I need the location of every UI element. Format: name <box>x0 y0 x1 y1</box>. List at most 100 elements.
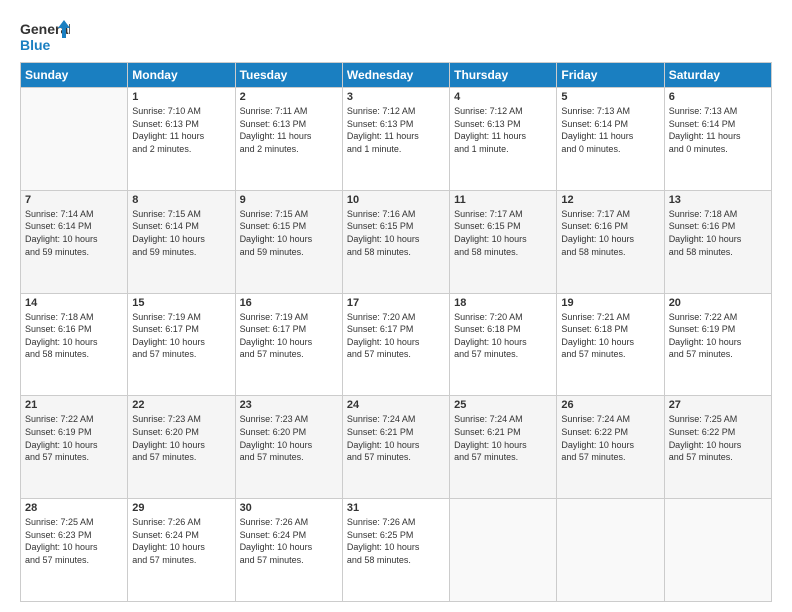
day-number: 23 <box>240 399 338 411</box>
day-cell: 20 Sunrise: 7:22 AMSunset: 6:19 PMDayligh… <box>664 293 771 396</box>
day-cell: 21 Sunrise: 7:22 AMSunset: 6:19 PMDayligh… <box>21 396 128 499</box>
day-info: Sunrise: 7:26 AMSunset: 6:25 PMDaylight:… <box>347 516 445 566</box>
day-number: 13 <box>669 194 767 206</box>
day-info: Sunrise: 7:23 AMSunset: 6:20 PMDaylight:… <box>132 413 230 463</box>
day-info: Sunrise: 7:14 AMSunset: 6:14 PMDaylight:… <box>25 208 123 258</box>
day-cell: 16 Sunrise: 7:19 AMSunset: 6:17 PMDayligh… <box>235 293 342 396</box>
day-cell: 10 Sunrise: 7:16 AMSunset: 6:15 PMDayligh… <box>342 190 449 293</box>
day-number: 7 <box>25 194 123 206</box>
day-info: Sunrise: 7:26 AMSunset: 6:24 PMDaylight:… <box>132 516 230 566</box>
day-number: 14 <box>25 297 123 309</box>
day-info: Sunrise: 7:10 AMSunset: 6:13 PMDaylight:… <box>132 105 230 155</box>
day-info: Sunrise: 7:15 AMSunset: 6:15 PMDaylight:… <box>240 208 338 258</box>
day-cell: 5 Sunrise: 7:13 AMSunset: 6:14 PMDaylight… <box>557 88 664 191</box>
day-number: 27 <box>669 399 767 411</box>
logo: General Blue <box>20 18 70 54</box>
column-header-friday: Friday <box>557 63 664 88</box>
day-number: 1 <box>132 91 230 103</box>
day-info: Sunrise: 7:26 AMSunset: 6:24 PMDaylight:… <box>240 516 338 566</box>
logo-svg: General Blue <box>20 18 70 54</box>
day-info: Sunrise: 7:24 AMSunset: 6:21 PMDaylight:… <box>347 413 445 463</box>
day-number: 16 <box>240 297 338 309</box>
day-info: Sunrise: 7:15 AMSunset: 6:14 PMDaylight:… <box>132 208 230 258</box>
day-cell: 1 Sunrise: 7:10 AMSunset: 6:13 PMDaylight… <box>128 88 235 191</box>
column-header-wednesday: Wednesday <box>342 63 449 88</box>
day-cell <box>21 88 128 191</box>
column-header-tuesday: Tuesday <box>235 63 342 88</box>
day-number: 28 <box>25 502 123 514</box>
day-cell: 24 Sunrise: 7:24 AMSunset: 6:21 PMDayligh… <box>342 396 449 499</box>
svg-text:Blue: Blue <box>20 37 51 53</box>
week-row-1: 1 Sunrise: 7:10 AMSunset: 6:13 PMDaylight… <box>21 88 772 191</box>
day-info: Sunrise: 7:23 AMSunset: 6:20 PMDaylight:… <box>240 413 338 463</box>
day-number: 25 <box>454 399 552 411</box>
day-number: 21 <box>25 399 123 411</box>
day-cell: 13 Sunrise: 7:18 AMSunset: 6:16 PMDayligh… <box>664 190 771 293</box>
day-cell: 7 Sunrise: 7:14 AMSunset: 6:14 PMDaylight… <box>21 190 128 293</box>
day-cell: 28 Sunrise: 7:25 AMSunset: 6:23 PMDayligh… <box>21 499 128 602</box>
day-cell: 19 Sunrise: 7:21 AMSunset: 6:18 PMDayligh… <box>557 293 664 396</box>
day-info: Sunrise: 7:24 AMSunset: 6:22 PMDaylight:… <box>561 413 659 463</box>
day-cell: 14 Sunrise: 7:18 AMSunset: 6:16 PMDayligh… <box>21 293 128 396</box>
day-info: Sunrise: 7:19 AMSunset: 6:17 PMDaylight:… <box>132 311 230 361</box>
day-number: 17 <box>347 297 445 309</box>
day-info: Sunrise: 7:12 AMSunset: 6:13 PMDaylight:… <box>454 105 552 155</box>
day-number: 8 <box>132 194 230 206</box>
day-cell: 25 Sunrise: 7:24 AMSunset: 6:21 PMDayligh… <box>450 396 557 499</box>
day-info: Sunrise: 7:24 AMSunset: 6:21 PMDaylight:… <box>454 413 552 463</box>
day-number: 18 <box>454 297 552 309</box>
day-number: 10 <box>347 194 445 206</box>
day-cell: 6Sunrise: 7:13 AMSunset: 6:14 PMDaylight… <box>664 88 771 191</box>
day-info: Sunrise: 7:22 AMSunset: 6:19 PMDaylight:… <box>669 311 767 361</box>
calendar-header-row: SundayMondayTuesdayWednesdayThursdayFrid… <box>21 63 772 88</box>
day-number: 19 <box>561 297 659 309</box>
column-header-saturday: Saturday <box>664 63 771 88</box>
day-cell: 22 Sunrise: 7:23 AMSunset: 6:20 PMDayligh… <box>128 396 235 499</box>
day-number: 30 <box>240 502 338 514</box>
day-info: Sunrise: 7:25 AMSunset: 6:23 PMDaylight:… <box>25 516 123 566</box>
day-cell <box>664 499 771 602</box>
day-number: 9 <box>240 194 338 206</box>
column-header-sunday: Sunday <box>21 63 128 88</box>
day-cell: 31 Sunrise: 7:26 AMSunset: 6:25 PMDayligh… <box>342 499 449 602</box>
day-info: Sunrise: 7:19 AMSunset: 6:17 PMDaylight:… <box>240 311 338 361</box>
day-info: Sunrise: 7:16 AMSunset: 6:15 PMDaylight:… <box>347 208 445 258</box>
day-info: Sunrise: 7:11 AMSunset: 6:13 PMDaylight:… <box>240 105 338 155</box>
day-cell: 15Sunrise: 7:19 AMSunset: 6:17 PMDayligh… <box>128 293 235 396</box>
day-cell: 27Sunrise: 7:25 AMSunset: 6:22 PMDayligh… <box>664 396 771 499</box>
column-header-thursday: Thursday <box>450 63 557 88</box>
week-row-4: 21 Sunrise: 7:22 AMSunset: 6:19 PMDayligh… <box>21 396 772 499</box>
day-cell: 2 Sunrise: 7:11 AMSunset: 6:13 PMDaylight… <box>235 88 342 191</box>
day-number: 6 <box>669 91 767 103</box>
day-number: 3 <box>347 91 445 103</box>
day-info: Sunrise: 7:18 AMSunset: 6:16 PMDaylight:… <box>669 208 767 258</box>
day-number: 4 <box>454 91 552 103</box>
calendar-table: SundayMondayTuesdayWednesdayThursdayFrid… <box>20 62 772 602</box>
day-number: 24 <box>347 399 445 411</box>
day-cell: 4 Sunrise: 7:12 AMSunset: 6:13 PMDaylight… <box>450 88 557 191</box>
day-cell: 3Sunrise: 7:12 AMSunset: 6:13 PMDaylight… <box>342 88 449 191</box>
day-number: 22 <box>132 399 230 411</box>
day-info: Sunrise: 7:20 AMSunset: 6:18 PMDaylight:… <box>454 311 552 361</box>
day-number: 20 <box>669 297 767 309</box>
day-info: Sunrise: 7:20 AMSunset: 6:17 PMDaylight:… <box>347 311 445 361</box>
day-number: 29 <box>132 502 230 514</box>
week-row-2: 7 Sunrise: 7:14 AMSunset: 6:14 PMDaylight… <box>21 190 772 293</box>
day-cell: 12Sunrise: 7:17 AMSunset: 6:16 PMDayligh… <box>557 190 664 293</box>
day-number: 31 <box>347 502 445 514</box>
day-number: 2 <box>240 91 338 103</box>
day-info: Sunrise: 7:22 AMSunset: 6:19 PMDaylight:… <box>25 413 123 463</box>
day-info: Sunrise: 7:18 AMSunset: 6:16 PMDaylight:… <box>25 311 123 361</box>
day-number: 5 <box>561 91 659 103</box>
day-cell: 11Sunrise: 7:17 AMSunset: 6:15 PMDayligh… <box>450 190 557 293</box>
day-number: 12 <box>561 194 659 206</box>
day-cell: 9 Sunrise: 7:15 AMSunset: 6:15 PMDaylight… <box>235 190 342 293</box>
day-cell: 18 Sunrise: 7:20 AMSunset: 6:18 PMDayligh… <box>450 293 557 396</box>
day-cell: 26Sunrise: 7:24 AMSunset: 6:22 PMDayligh… <box>557 396 664 499</box>
day-cell: 23 Sunrise: 7:23 AMSunset: 6:20 PMDayligh… <box>235 396 342 499</box>
day-info: Sunrise: 7:13 AMSunset: 6:14 PMDaylight:… <box>561 105 659 155</box>
header: General Blue <box>20 18 772 54</box>
day-cell: 17 Sunrise: 7:20 AMSunset: 6:17 PMDayligh… <box>342 293 449 396</box>
day-info: Sunrise: 7:21 AMSunset: 6:18 PMDaylight:… <box>561 311 659 361</box>
week-row-5: 28 Sunrise: 7:25 AMSunset: 6:23 PMDayligh… <box>21 499 772 602</box>
